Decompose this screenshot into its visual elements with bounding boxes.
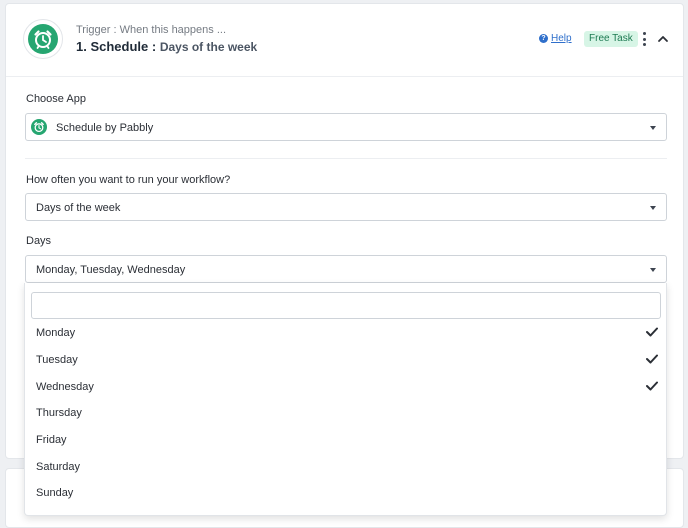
chevron-up-icon[interactable] (656, 32, 670, 46)
free-task-badge: Free Task (584, 31, 638, 47)
checkmark-icon (646, 381, 658, 391)
day-option-wednesday[interactable]: Wednesday (25, 375, 666, 401)
option-label: Thursday (36, 407, 82, 419)
step-title: 1. Schedule : Days of the week (76, 39, 257, 54)
day-option-thursday[interactable]: Thursday (25, 401, 666, 427)
day-option-saturday[interactable]: Saturday (25, 455, 666, 481)
alarm-clock-icon (28, 24, 58, 54)
section-divider (25, 158, 667, 159)
option-label: Saturday (36, 461, 81, 473)
caret-down-icon (650, 268, 656, 272)
caret-down-icon (650, 206, 656, 210)
frequency-select[interactable]: Days of the week (25, 193, 667, 221)
question-circle-icon: ? (539, 34, 548, 43)
option-label: Monday (36, 327, 76, 339)
caret-down-icon (650, 126, 656, 130)
day-option-monday[interactable]: Monday (25, 321, 666, 347)
days-value: Monday, Tuesday, Wednesday (36, 264, 186, 276)
choose-app-label: Choose App (26, 93, 86, 105)
step-number: 1. Schedule : (76, 39, 157, 54)
help-link[interactable]: ? Help (539, 33, 572, 44)
option-label: Sunday (36, 487, 74, 499)
step-header[interactable]: Trigger : When this happens ... 1. Sched… (6, 4, 683, 77)
alarm-clock-icon (31, 119, 47, 135)
checkmark-icon (646, 354, 658, 364)
day-option-sunday[interactable]: Sunday (25, 481, 666, 507)
trigger-label: Trigger : When this happens ... (76, 24, 226, 36)
checkmark-icon (646, 327, 658, 337)
option-label: Tuesday (36, 354, 78, 366)
days-select[interactable]: Monday, Tuesday, Wednesday (25, 255, 667, 283)
kebab-menu-icon[interactable] (640, 30, 648, 48)
day-option-tuesday[interactable]: Tuesday (25, 348, 666, 374)
choose-app-value: Schedule by Pabbly (56, 122, 154, 134)
option-label: Friday (36, 434, 67, 446)
days-label: Days (26, 235, 52, 247)
days-dropdown: Monday Tuesday Wednesday Thursday Friday… (24, 283, 667, 516)
frequency-label: How often you want to run your workflow? (26, 174, 231, 186)
step-event: Days of the week (159, 40, 258, 54)
option-label: Wednesday (36, 381, 94, 393)
help-label: Help (551, 33, 572, 44)
frequency-value: Days of the week (36, 202, 121, 214)
days-search-input[interactable] (31, 292, 661, 319)
choose-app-select[interactable]: Schedule by Pabbly (25, 113, 667, 141)
day-option-friday[interactable]: Friday (25, 428, 666, 454)
app-logo (23, 19, 63, 59)
